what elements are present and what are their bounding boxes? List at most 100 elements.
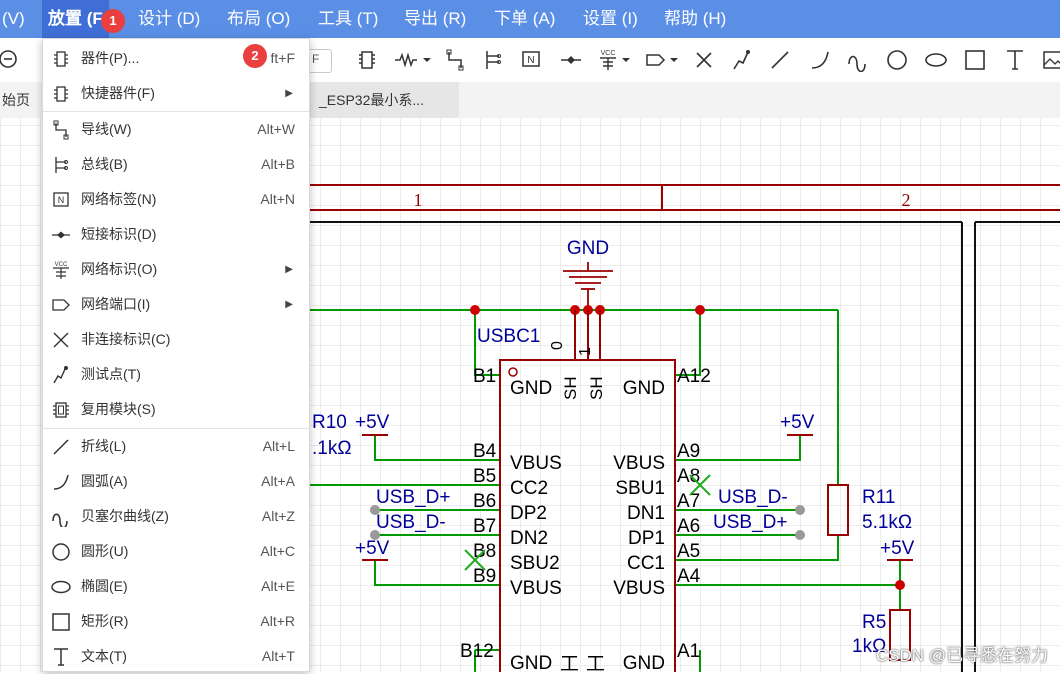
tab-esp32-schematic[interactable]: _ESP32最小系... — [309, 82, 459, 118]
menu-item-net-port[interactable]: 网络端口(I) ▶ — [43, 287, 309, 322]
menu-item-no-connect[interactable]: 非连接标识(C) — [43, 322, 309, 357]
menu-item-net-flag[interactable]: VCC 网络标识(O) ▶ — [43, 252, 309, 287]
menu-item-bezier[interactable]: 贝塞尔曲线(Z) Alt+Z — [43, 499, 309, 534]
menu-design[interactable]: 设计 (D) — [138, 0, 200, 38]
pin-num: A7 — [677, 491, 700, 512]
menu-item-reuse-module[interactable]: 复用模块(S) — [43, 392, 309, 427]
pin-name: SBU1 — [615, 478, 665, 499]
menu-item-net-label[interactable]: N 网络标签(N) Alt+N — [43, 182, 309, 217]
wire-icon[interactable] — [440, 45, 470, 75]
watermark: CSDN @已寻悉在努力 — [875, 646, 1048, 665]
rectangle-icon[interactable] — [960, 45, 990, 75]
menu-export[interactable]: 导出 (R) — [404, 0, 466, 38]
menu-item-quick-component[interactable]: 快捷器件(F) ▶ — [43, 76, 309, 111]
net-port-icon — [51, 295, 71, 315]
menu-tools[interactable]: 工具 (T) — [318, 0, 378, 38]
pin-num: A8 — [677, 466, 700, 487]
menu-item-rectangle[interactable]: 矩形(R) Alt+R — [43, 604, 309, 639]
menu-item-label: 矩形(R) — [81, 613, 129, 629]
menu-help[interactable]: 帮助 (H) — [664, 0, 726, 38]
menu-item-label: 测试点(T) — [81, 366, 141, 382]
menu-item-label: 网络标识(O) — [81, 261, 158, 277]
menu-item-circle[interactable]: 圆形(U) Alt+C — [43, 534, 309, 569]
menu-item-label: 网络端口(I) — [81, 296, 151, 312]
vcc-label: +5V — [355, 538, 390, 559]
circle-icon[interactable] — [882, 45, 912, 75]
pin-num: A1 — [677, 641, 700, 662]
menu-item-shortcut: Alt+C — [260, 543, 295, 559]
arc-icon[interactable] — [805, 45, 835, 75]
image-icon[interactable] — [1038, 45, 1060, 75]
no-connect-icon — [51, 330, 71, 350]
ellipse-icon[interactable] — [921, 45, 951, 75]
bus-icon — [51, 155, 71, 175]
menu-order[interactable]: 下单 (A) — [494, 0, 555, 38]
pin-name: CC2 — [510, 478, 548, 499]
menu-item-label: 复用模块(S) — [81, 401, 156, 417]
zoom-out-icon[interactable] — [0, 45, 24, 75]
pin-num: A5 — [677, 541, 700, 562]
menu-item-component[interactable]: 器件(P)... ft+F — [43, 41, 309, 76]
net-label-icon[interactable]: N — [516, 45, 546, 75]
submenu-arrow-icon: ▶ — [285, 264, 293, 275]
short-flag-icon[interactable] — [556, 45, 586, 75]
svg-text:N: N — [58, 195, 65, 205]
menu-item-bus[interactable]: 总线(B) Alt+B — [43, 147, 309, 182]
shield-name-1: SH — [587, 376, 606, 400]
svg-text:N: N — [527, 55, 534, 66]
pin-name: DP1 — [628, 528, 665, 549]
net-label-usb-dp: USB_D+ — [376, 487, 450, 508]
menu-item-label: 网络标签(N) — [81, 191, 157, 207]
text-icon[interactable] — [1000, 45, 1030, 75]
pin-num: A6 — [677, 516, 700, 537]
menu-item-ellipse[interactable]: 椭圆(E) Alt+E — [43, 569, 309, 604]
short-flag-icon — [51, 225, 71, 245]
menu-item-label: 圆弧(A) — [81, 473, 128, 489]
menu-settings[interactable]: 设置 (I) — [583, 0, 638, 38]
bus-icon[interactable] — [478, 45, 508, 75]
menu-view[interactable]: (V) — [2, 0, 25, 38]
resistor-icon[interactable] — [392, 45, 434, 75]
component-icon[interactable] — [352, 45, 382, 75]
quick-component-icon — [51, 84, 71, 104]
menu-item-label: 器件(P)... — [81, 50, 140, 66]
vcc-icon[interactable]: VCC — [596, 45, 636, 75]
bezier-icon[interactable] — [843, 45, 873, 75]
pin-num: A4 — [677, 566, 701, 587]
no-connect-icon[interactable] — [689, 45, 719, 75]
menu-item-shortcut: Alt+A — [261, 473, 295, 489]
menu-item-shortcut: Alt+N — [260, 191, 295, 207]
menu-item-shortcut: Alt+L — [262, 438, 295, 454]
menu-item-shortcut: Alt+T — [261, 648, 295, 664]
menu-place[interactable]: 放置 (F — [42, 0, 109, 38]
step-badge-1: 1 — [101, 9, 125, 33]
drawing-frame — [310, 184, 1060, 211]
combo-value: F — [312, 52, 320, 66]
r10-designator: R10 — [312, 412, 347, 433]
pin-name: VBUS — [613, 578, 665, 599]
usbc-designator: USBC1 — [477, 326, 540, 347]
step-badge-2: 2 — [243, 44, 267, 68]
net-label-usb-dp: USB_D+ — [713, 512, 787, 533]
vcc-label: +5V — [780, 412, 815, 433]
menu-item-arc[interactable]: 圆弧(A) Alt+A — [43, 464, 309, 499]
probe-icon — [51, 365, 71, 385]
place-menu: 器件(P)... ft+F 快捷器件(F) ▶ 导线(W) Alt+W 总线(B… — [42, 38, 310, 672]
menu-layout[interactable]: 布局 (O) — [227, 0, 290, 38]
menu-item-wire[interactable]: 导线(W) Alt+W — [43, 112, 309, 147]
tab-start[interactable]: 始页 — [2, 82, 30, 118]
right-pins: A12 GND A9 VBUS A8 SBU1 A7 DN1 A6 DP1 A5… — [613, 366, 711, 672]
menu-item-shortcut: Alt+E — [261, 578, 295, 594]
menu-item-short-flag[interactable]: 短接标识(D) — [43, 217, 309, 252]
menu-item-polyline[interactable]: 折线(L) Alt+L — [43, 429, 309, 464]
probe-icon[interactable] — [727, 45, 757, 75]
frame-col-2: 2 — [902, 190, 911, 210]
menu-item-text[interactable]: 文本(T) Alt+T — [43, 639, 309, 674]
net-port-icon[interactable] — [644, 45, 684, 75]
pin-name: VBUS — [613, 453, 665, 474]
ellipse-icon — [51, 577, 71, 597]
line-icon[interactable] — [765, 45, 795, 75]
menu-item-probe[interactable]: 测试点(T) — [43, 357, 309, 392]
menu-item-label: 非连接标识(C) — [81, 331, 171, 347]
shield-name-0: SH — [561, 376, 580, 400]
